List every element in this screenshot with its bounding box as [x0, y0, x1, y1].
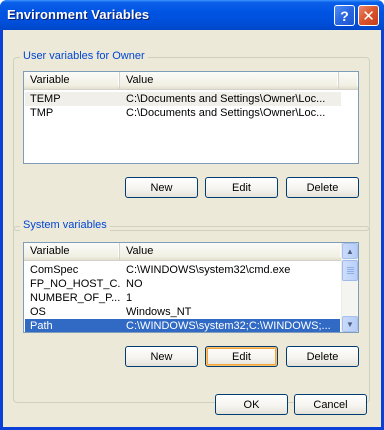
thumb-grip [347, 271, 354, 272]
system-variables-group: System variables Variable Value ComSpec … [13, 219, 370, 403]
vertical-scrollbar[interactable]: ▲ ▼ [341, 243, 358, 332]
title-bar[interactable]: Environment Variables ? ✕ [0, 0, 384, 30]
column-header-value[interactable]: Value [120, 243, 341, 261]
environment-variables-dialog: Environment Variables ? ✕ User variables… [0, 0, 384, 430]
list-item[interactable]: TMP C:\Documents and Settings\Owner\Loc.… [25, 106, 341, 120]
dialog-body: User variables for Owner Variable Value … [3, 30, 381, 427]
thumb-grip [347, 267, 354, 268]
list-item-selected[interactable]: Path C:\WINDOWS\system32;C:\WINDOWS;... [25, 319, 340, 332]
user-new-button[interactable]: New [125, 177, 198, 198]
user-edit-button[interactable]: Edit [205, 177, 278, 198]
user-list-header: Variable Value [24, 72, 358, 90]
system-edit-button[interactable]: Edit [205, 346, 278, 367]
list-item[interactable]: NUMBER_OF_P... 1 [25, 291, 340, 305]
variable-value: C:\WINDOWS\system32;C:\WINDOWS;... [126, 320, 331, 332]
variable-value: 1 [126, 292, 133, 304]
scrollbar-thumb[interactable] [342, 260, 358, 281]
scroll-up-button[interactable]: ▲ [342, 243, 358, 259]
scroll-up-icon: ▲ [346, 246, 354, 256]
system-delete-button[interactable]: Delete [286, 346, 359, 367]
thumb-grip [347, 269, 354, 270]
variable-name: Path [30, 320, 53, 332]
variable-name: FP_NO_HOST_C... [30, 278, 121, 290]
list-item[interactable]: OS Windows_NT [25, 305, 340, 319]
scroll-down-icon: ▼ [346, 319, 354, 329]
system-list-header: Variable Value [24, 243, 341, 261]
variable-name: NUMBER_OF_P... [30, 292, 121, 304]
variable-name: ComSpec [30, 264, 79, 276]
user-variables-label: User variables for Owner [20, 50, 148, 62]
column-header-value[interactable]: Value [120, 72, 339, 90]
ok-button[interactable]: OK [215, 394, 288, 415]
help-button[interactable]: ? [334, 5, 355, 26]
cancel-button[interactable]: Cancel [294, 394, 367, 415]
variable-value: Windows_NT [126, 306, 192, 318]
help-icon: ? [340, 7, 349, 24]
list-item[interactable]: FP_NO_HOST_C... NO [25, 277, 340, 291]
user-variables-list[interactable]: Variable Value TEMP C:\Documents and Set… [23, 71, 359, 164]
column-header-spacer [339, 72, 358, 90]
scroll-down-button[interactable]: ▼ [342, 316, 358, 332]
variable-name: TMP [30, 107, 54, 119]
close-icon: ✕ [362, 7, 375, 25]
system-variables-label: System variables [20, 219, 110, 231]
system-new-button[interactable]: New [125, 346, 198, 367]
column-header-variable[interactable]: Variable [24, 72, 120, 90]
variable-value: C:\Documents and Settings\Owner\Loc... [126, 93, 326, 105]
variable-value: C:\WINDOWS\system32\cmd.exe [126, 264, 291, 276]
user-variables-group: User variables for Owner Variable Value … [13, 50, 370, 231]
close-button[interactable]: ✕ [358, 5, 379, 26]
variable-name: TEMP [30, 93, 61, 105]
user-delete-button[interactable]: Delete [286, 177, 359, 198]
list-item[interactable]: ComSpec C:\WINDOWS\system32\cmd.exe [25, 263, 340, 277]
window-title: Environment Variables [7, 7, 150, 22]
system-variables-list[interactable]: Variable Value ComSpec C:\WINDOWS\system… [23, 242, 359, 333]
column-header-variable[interactable]: Variable [24, 243, 120, 261]
variable-value: NO [126, 278, 143, 290]
thumb-grip [347, 273, 354, 274]
list-item[interactable]: TEMP C:\Documents and Settings\Owner\Loc… [25, 92, 341, 106]
variable-name: OS [30, 306, 46, 318]
variable-value: C:\Documents and Settings\Owner\Loc... [126, 107, 326, 119]
